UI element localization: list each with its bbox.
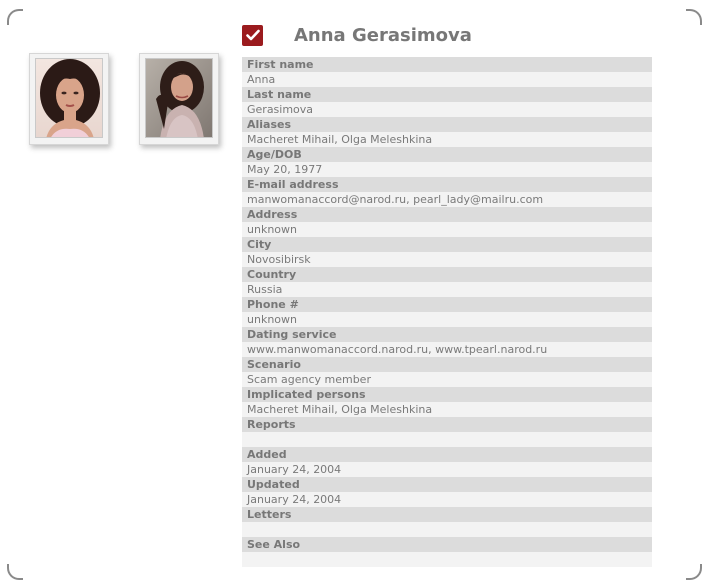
field-value-dating-service: www.manwomanaccord.narod.ru, www.tpearl.…: [242, 342, 652, 357]
field-value-first-name: Anna: [242, 72, 652, 87]
field-value-email: manwomanaccord@narod.ru, pearl_lady@mail…: [242, 192, 652, 207]
frame-corner-bottom-right: [686, 564, 702, 580]
profile-header: Anna Gerasimova: [242, 22, 472, 48]
field-label-updated: Updated: [242, 477, 652, 492]
field-value-letters: [242, 522, 652, 537]
field-label-aliases: Aliases: [242, 117, 652, 132]
field-value-phone: unknown: [242, 312, 652, 327]
field-label-implicated-persons: Implicated persons: [242, 387, 652, 402]
profile-photo-2[interactable]: [139, 53, 219, 145]
field-value-updated: January 24, 2004: [242, 492, 652, 507]
field-label-scenario: Scenario: [242, 357, 652, 372]
field-label-phone: Phone #: [242, 297, 652, 312]
field-label-see-also: See Also: [242, 537, 652, 552]
field-label-email: E-mail address: [242, 177, 652, 192]
frame-corner-bottom-left: [7, 564, 23, 580]
field-label-dating-service: Dating service: [242, 327, 652, 342]
field-value-address: unknown: [242, 222, 652, 237]
frame-corner-top-left: [7, 9, 23, 25]
field-value-aliases: Macheret Mihail, Olga Meleshkina: [242, 132, 652, 147]
field-label-first-name: First name: [242, 57, 652, 72]
field-value-country: Russia: [242, 282, 652, 297]
profile-name: Anna Gerasimova: [294, 24, 472, 46]
field-label-letters: Letters: [242, 507, 652, 522]
checkmark-icon[interactable]: [242, 24, 263, 46]
field-label-city: City: [242, 237, 652, 252]
field-value-age-dob: May 20, 1977: [242, 162, 652, 177]
field-value-scenario: Scam agency member: [242, 372, 652, 387]
field-label-address: Address: [242, 207, 652, 222]
field-label-last-name: Last name: [242, 87, 652, 102]
field-label-age-dob: Age/DOB: [242, 147, 652, 162]
field-value-see-also: [242, 552, 652, 567]
profile-photo-1[interactable]: [29, 53, 109, 145]
field-value-implicated-persons: Macheret Mihail, Olga Meleshkina: [242, 402, 652, 417]
field-value-city: Novosibirsk: [242, 252, 652, 267]
field-value-reports: [242, 432, 652, 447]
field-value-added: January 24, 2004: [242, 462, 652, 477]
field-value-last-name: Gerasimova: [242, 102, 652, 117]
field-label-added: Added: [242, 447, 652, 462]
field-label-reports: Reports: [242, 417, 652, 432]
profile-details: First name Anna Last name Gerasimova Ali…: [242, 57, 652, 567]
frame-corner-top-right: [686, 9, 702, 25]
field-label-country: Country: [242, 267, 652, 282]
